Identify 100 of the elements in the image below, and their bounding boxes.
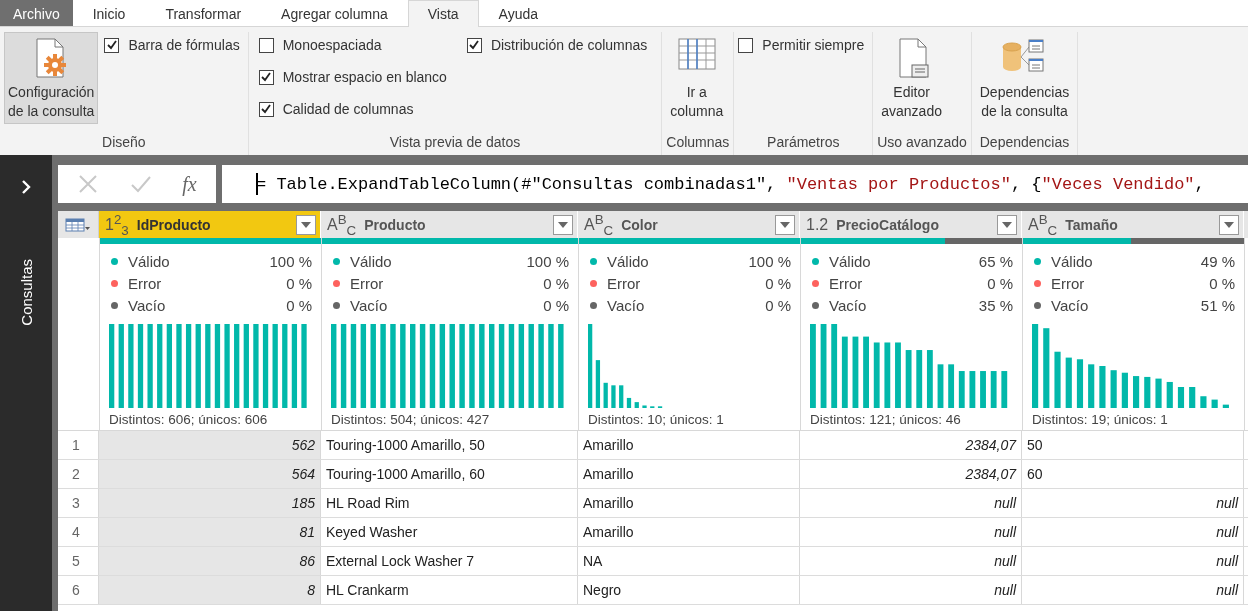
histogram-bar (958, 371, 965, 408)
checkbox[interactable] (104, 37, 120, 53)
table-cell: 185 (99, 489, 321, 517)
histogram-bar (905, 350, 912, 408)
histogram-bar (884, 342, 891, 408)
checkbox-option[interactable]: Mostrar espacio en blanco (258, 64, 451, 90)
caret-icon (301, 221, 311, 228)
table-cell: 2384,07 (800, 431, 1022, 459)
histogram-bar (1155, 378, 1162, 408)
stat-value: 65 % (978, 252, 1013, 270)
file-tab[interactable]: Archivo (0, 0, 73, 26)
table-cell: External Lock Washer 7 (321, 547, 578, 575)
histogram-bar (1133, 376, 1140, 408)
histogram-bar (916, 350, 923, 408)
table-cell: null (1022, 576, 1244, 604)
histogram-bar (1177, 387, 1185, 408)
checkbox[interactable] (738, 37, 754, 53)
checkbox-option[interactable]: Barra de fórmulas (104, 32, 244, 58)
ribbon-tab[interactable]: Ayuda (478, 0, 559, 26)
histogram-bar (841, 336, 848, 408)
checkbox[interactable] (258, 37, 274, 53)
function-label[interactable]: fx (182, 172, 197, 196)
table-cell: 8 (99, 576, 321, 604)
stat-value: 0 % (286, 274, 312, 292)
stat-value: 100 % (269, 252, 312, 270)
ribbon-tab[interactable]: Transformar (145, 0, 262, 26)
dropdown-button[interactable] (296, 214, 316, 235)
checkbox[interactable] (258, 101, 274, 117)
dropdown-button[interactable] (997, 214, 1017, 235)
distinct-count: Distintos: 10; únicos: 1 (588, 412, 725, 427)
table-cell: 50 (1022, 431, 1244, 459)
stat-label: Vacío (1051, 296, 1090, 314)
distinct-count: Distintos: 121; únicos: 46 (810, 412, 962, 427)
table-grid-icon (676, 37, 717, 71)
table-cell: Touring-1000 Amarillo, 60 (321, 460, 578, 488)
table-cell: 562 (99, 431, 321, 459)
stat-value: 0 % (543, 296, 569, 314)
checkbox-option[interactable]: Permitir siempre (738, 32, 869, 58)
dropdown-button[interactable] (553, 214, 573, 235)
checkbox[interactable] (258, 69, 274, 85)
checkbox-option[interactable]: Monoespaciada (258, 32, 451, 58)
checkbox-option[interactable]: Calidad de columnas (258, 96, 451, 122)
histogram-bar (873, 342, 880, 408)
histogram-bar (926, 350, 933, 408)
table-cell: null (800, 576, 1022, 604)
histogram-bar (895, 342, 901, 408)
dropdown-button[interactable] (775, 214, 795, 235)
table-cell: NA (578, 547, 800, 575)
histogram-bar (1110, 370, 1117, 408)
histogram-bar (634, 402, 639, 408)
histogram-bar (1065, 357, 1072, 408)
table-cell: null (800, 518, 1022, 546)
distinct-count: Distintos: 606; únicos: 606 (109, 412, 269, 427)
table-cell: Amarillo (578, 460, 800, 488)
histogram-bar (1099, 366, 1106, 408)
table-cell: Touring-1000 Amarillo, 50 (321, 431, 578, 459)
caret-icon (1224, 221, 1234, 228)
table-cell: Amarillo (578, 431, 800, 459)
sidebar-title[interactable]: Consultas (17, 259, 35, 326)
ribbon-tab[interactable]: Agregar columna (261, 0, 408, 26)
table-cell: 564 (99, 460, 321, 488)
group-label: Parámetros (766, 133, 841, 152)
stat-value: 0 % (1209, 274, 1235, 292)
histogram-bar (980, 371, 986, 408)
group-label: Uso avanzado (877, 133, 967, 152)
stat-label: Válido (128, 252, 171, 270)
table-menu-icon[interactable] (65, 217, 91, 232)
ribbon-button[interactable]: Configuración de la consulta (4, 32, 99, 124)
stat-label: Error (829, 274, 864, 292)
table-cell: null (800, 489, 1022, 517)
group-label: Dependencias (978, 133, 1071, 152)
group-label: Vista previa de datos (388, 133, 522, 152)
ribbon-button[interactable]: Ir a columna (666, 32, 728, 124)
caret-icon (780, 221, 790, 228)
histogram-bar (863, 336, 869, 408)
table-cell: Keyed Washer (321, 518, 578, 546)
ribbon-tab[interactable]: Vista (407, 0, 479, 28)
table-cell: Negro (578, 576, 800, 604)
histogram-bar (1211, 399, 1218, 408)
stat-value: 0 % (765, 296, 791, 314)
stat-value: 100 % (526, 252, 569, 270)
chevron-right-icon[interactable] (20, 179, 32, 195)
histogram-bar (611, 385, 616, 408)
ribbon-tab[interactable]: Inicio (72, 0, 146, 26)
histogram-bar (1121, 372, 1128, 408)
stat-value: 49 % (1200, 252, 1235, 270)
ribbon-button[interactable]: Editor avanzado (877, 32, 946, 124)
checkbox-option[interactable]: Distribución de columnas (466, 32, 652, 58)
table-cell: HL Crankarm (321, 576, 578, 604)
stat-label: Error (607, 274, 642, 292)
histogram-bar (1200, 396, 1207, 408)
stat-value: 35 % (978, 296, 1013, 314)
checkbox[interactable] (466, 37, 482, 53)
stat-label: Vacío (607, 296, 646, 314)
dropdown-button[interactable] (1219, 214, 1239, 235)
histogram-bar (1076, 359, 1084, 408)
histogram-bar (948, 364, 955, 408)
histogram-bar (937, 364, 944, 408)
stat-label: Vacío (350, 296, 389, 314)
ribbon-button[interactable]: Dependencias de la consulta (975, 32, 1074, 124)
